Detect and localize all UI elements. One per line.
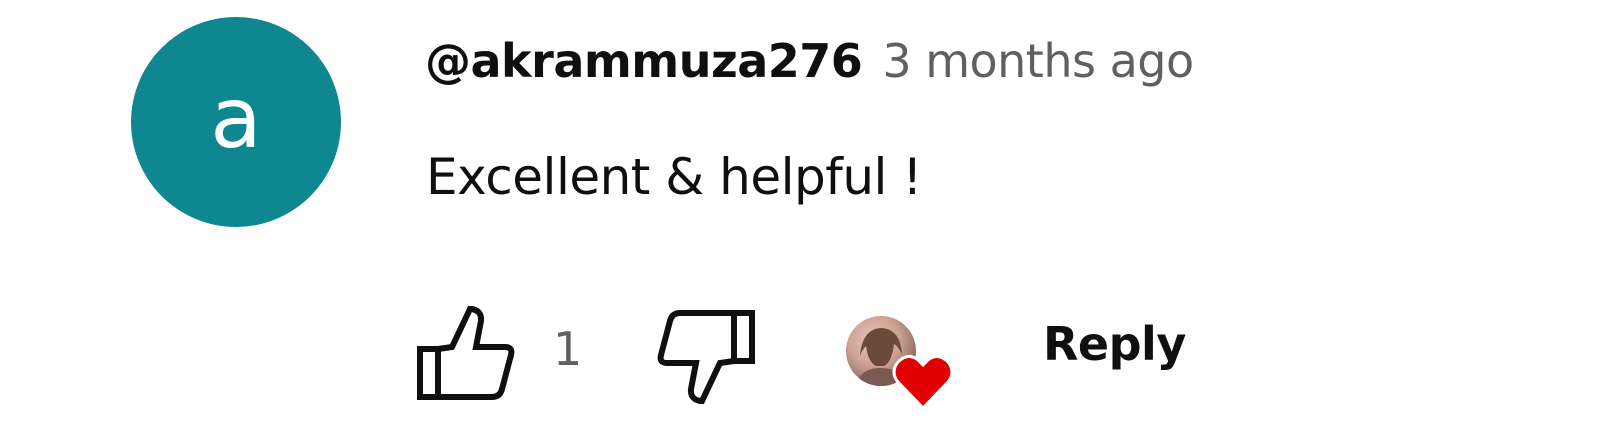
avatar-letter: a <box>210 69 262 167</box>
creator-heart[interactable] <box>846 316 956 416</box>
published-time[interactable]: 3 months ago <box>882 34 1194 88</box>
commenter-avatar[interactable]: a <box>131 17 341 227</box>
heart-icon <box>892 355 954 410</box>
comment-thread: a @akrammuza276 3 months ago Excellent &… <box>0 0 1600 423</box>
thumbs-up-icon <box>417 306 515 400</box>
like-button[interactable] <box>414 305 518 405</box>
author-name[interactable]: @akrammuza276 <box>425 34 863 88</box>
dislike-button[interactable] <box>654 305 758 405</box>
comment-text: Excellent & helpful ! <box>426 148 922 206</box>
thumbs-down-icon <box>657 310 755 404</box>
like-count: 1 <box>553 322 583 376</box>
reply-button[interactable]: Reply <box>1043 317 1186 371</box>
comment-header: @akrammuza276 3 months ago <box>425 34 1194 88</box>
